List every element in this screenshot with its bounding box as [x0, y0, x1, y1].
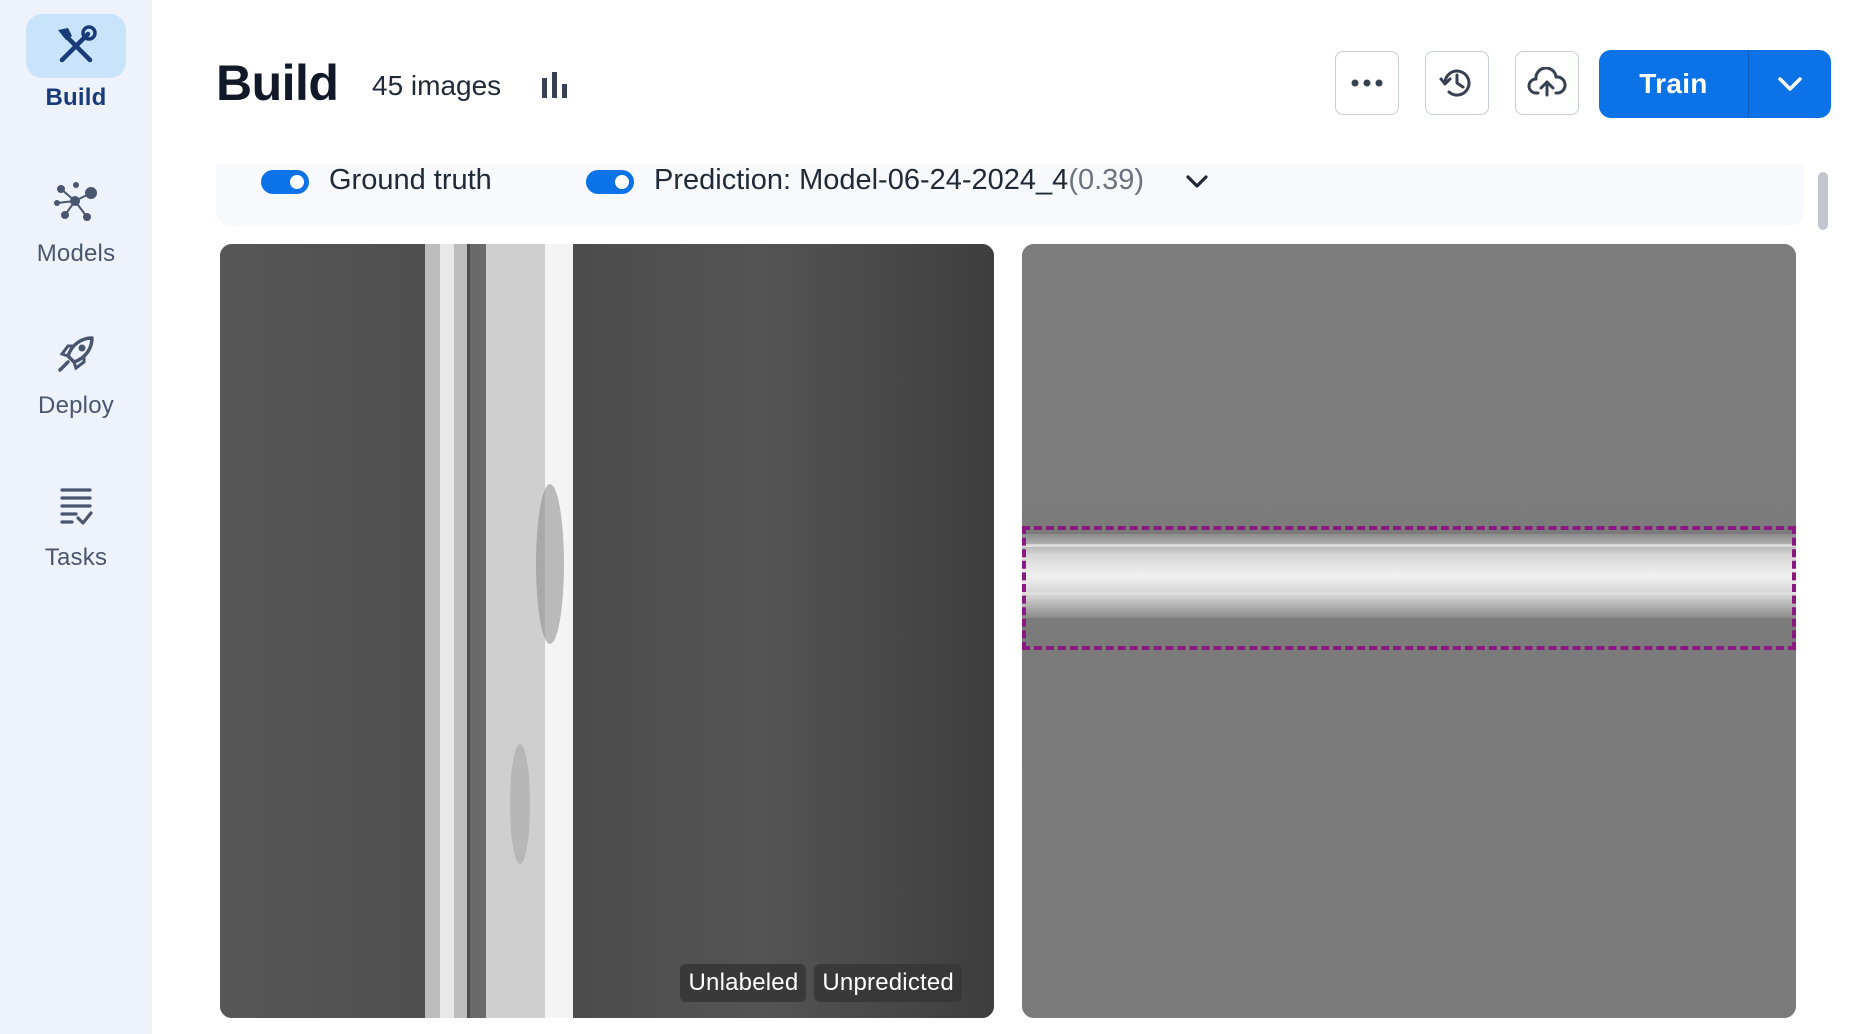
sidebar-item-label: Tasks: [44, 544, 108, 571]
prediction-threshold: (0.39): [1068, 164, 1145, 196]
scrollbar-thumb[interactable]: [1818, 172, 1828, 230]
sidebar-item-models[interactable]: Models: [0, 170, 152, 268]
chevron-down-icon[interactable]: [1184, 170, 1210, 194]
page-title: Build: [216, 55, 339, 111]
prediction-bounding-box: [1022, 526, 1796, 650]
toggle-knob: [615, 175, 629, 189]
sidebar: Build Models Deploy Tasks: [0, 0, 152, 1034]
image-thumbnail: [220, 244, 994, 1018]
ground-truth-toggle[interactable]: [261, 170, 309, 194]
train-dropdown-button[interactable]: [1749, 50, 1831, 118]
prediction-model-name: Prediction: Model-06-24-2024_4: [654, 164, 1069, 196]
train-button[interactable]: Train: [1599, 50, 1749, 118]
more-options-button[interactable]: [1335, 51, 1399, 115]
train-button-group: Train: [1599, 50, 1831, 118]
sidebar-item-deploy[interactable]: Deploy: [0, 322, 152, 420]
image-count: 45 images: [372, 70, 502, 101]
upload-button[interactable]: [1515, 51, 1579, 115]
prediction-model-label[interactable]: Prediction: Model-06-24-2024_4(0.39): [654, 164, 1144, 197]
sidebar-item-label: Models: [36, 240, 116, 267]
models-icon-container: [26, 170, 126, 234]
cloud-upload-icon: [1527, 67, 1567, 97]
status-badge: Unpredicted: [814, 964, 962, 1002]
status-badges: Unlabeled Unpredicted: [680, 964, 962, 1002]
history-button[interactable]: [1425, 51, 1489, 115]
rocket-icon: [58, 336, 94, 372]
status-badge: Unlabeled: [680, 964, 807, 1002]
sidebar-item-label: Build: [45, 84, 107, 111]
build-icon-container: [26, 14, 126, 78]
history-icon: [1439, 69, 1471, 97]
more-options-icon: [1351, 79, 1383, 87]
chevron-down-icon: [1778, 77, 1802, 91]
bar-chart-icon[interactable]: [540, 70, 570, 100]
sidebar-item-build[interactable]: Build: [0, 14, 152, 112]
prediction-toggle[interactable]: [586, 170, 634, 194]
build-tools-icon: [58, 25, 97, 63]
tasks-list-icon: [60, 488, 93, 525]
models-network-icon: [54, 182, 97, 221]
image-card[interactable]: Unlabeled Unpredicted: [220, 244, 994, 1018]
ground-truth-label: Ground truth: [329, 164, 492, 196]
sidebar-item-tasks[interactable]: Tasks: [0, 474, 152, 572]
deploy-icon-container: [26, 322, 126, 386]
sidebar-item-label: Deploy: [38, 392, 114, 419]
toggle-knob: [290, 175, 304, 189]
tasks-icon-container: [26, 474, 126, 538]
